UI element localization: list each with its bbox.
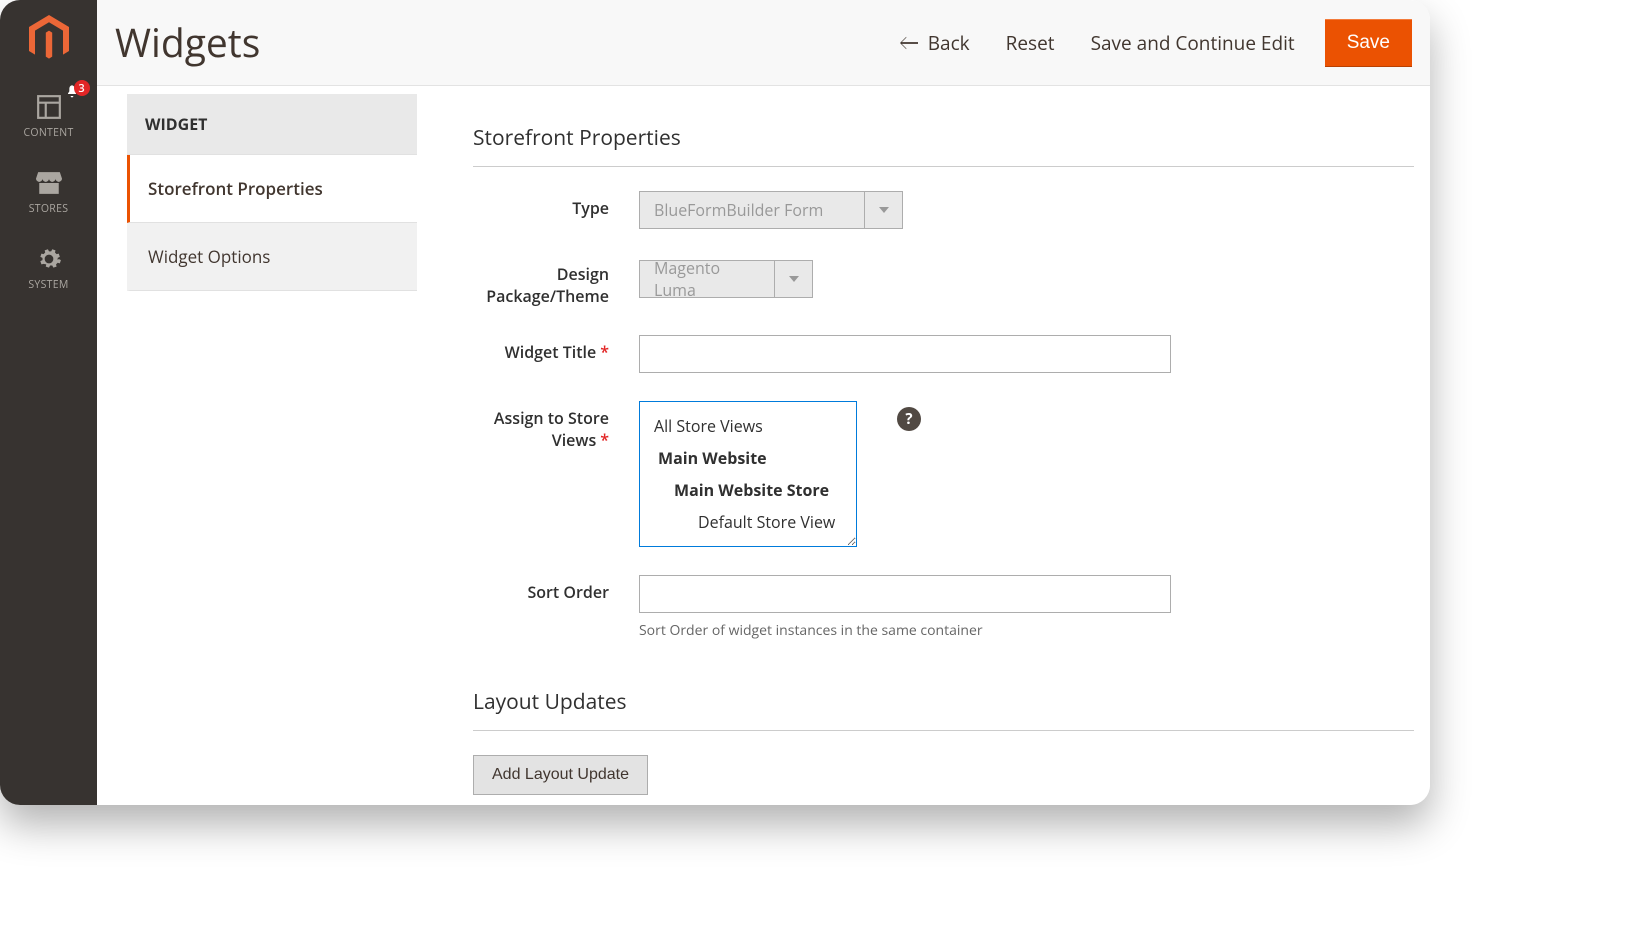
- form-panel: Storefront Properties Type BlueFormBuild…: [417, 94, 1414, 795]
- sidebar-item-content[interactable]: 3 CONTENT: [0, 78, 97, 154]
- content-icon: 3: [36, 92, 62, 122]
- layout-updates-section: Layout Updates Add Layout Update: [473, 688, 1414, 795]
- storeviews-multiselect[interactable]: All Store Views Main Website Main Websit…: [639, 401, 857, 547]
- sortorder-label: Sort Order: [473, 575, 639, 640]
- sidebar-item-label: STORES: [29, 202, 69, 216]
- back-label: Back: [928, 30, 970, 56]
- sidebar-item-label: CONTENT: [23, 126, 73, 140]
- type-value: BlueFormBuilder Form: [640, 199, 864, 221]
- sortorder-input[interactable]: [639, 575, 1171, 613]
- content-area: WIDGET Storefront Properties Widget Opti…: [97, 86, 1430, 795]
- app-window: 3 CONTENT STORES SYSTEM Widgets Back: [0, 0, 1430, 805]
- page-title: Widgets: [115, 16, 260, 69]
- save-continue-label: Save and Continue Edit: [1091, 30, 1295, 56]
- sidebar-item-system[interactable]: SYSTEM: [0, 230, 97, 306]
- arrow-left-icon: [900, 36, 918, 50]
- header-actions: Back Reset Save and Continue Edit Save: [894, 19, 1412, 67]
- field-store-views: Assign to Store Views* All Store Views M…: [473, 401, 1414, 547]
- field-theme: Design Package/Theme Magento Luma: [473, 257, 1414, 307]
- notification-badge[interactable]: 3: [64, 84, 80, 100]
- widget-title-input[interactable]: [639, 335, 1171, 373]
- notification-count: 3: [74, 80, 90, 96]
- storeview-option-store[interactable]: Main Website Store: [640, 474, 856, 506]
- gear-icon: [36, 244, 62, 274]
- save-button[interactable]: Save: [1325, 19, 1412, 67]
- reset-label: Reset: [1006, 30, 1055, 56]
- type-label: Type: [473, 191, 639, 229]
- widget-tabs: WIDGET Storefront Properties Widget Opti…: [127, 94, 417, 795]
- add-layout-update-button[interactable]: Add Layout Update: [473, 755, 648, 795]
- field-type: Type BlueFormBuilder Form: [473, 191, 1414, 229]
- main-content: Widgets Back Reset Save and Continue Edi…: [97, 0, 1430, 805]
- theme-select: Magento Luma: [639, 260, 813, 298]
- theme-value: Magento Luma: [640, 257, 774, 301]
- section-layout-updates: Layout Updates: [473, 688, 1414, 731]
- tab-widget-options[interactable]: Widget Options: [127, 223, 417, 291]
- type-select: BlueFormBuilder Form: [639, 191, 903, 229]
- admin-sidebar: 3 CONTENT STORES SYSTEM: [0, 0, 97, 805]
- widget-title-label: Widget Title*: [473, 335, 639, 373]
- field-widget-title: Widget Title*: [473, 335, 1414, 373]
- back-button[interactable]: Back: [894, 20, 976, 66]
- help-icon[interactable]: ?: [897, 407, 921, 431]
- sortorder-note: Sort Order of widget instances in the sa…: [639, 621, 1171, 640]
- save-continue-button[interactable]: Save and Continue Edit: [1085, 20, 1301, 66]
- reset-button[interactable]: Reset: [1000, 20, 1061, 66]
- chevron-down-icon: [864, 192, 902, 228]
- storeviews-label: Assign to Store Views*: [473, 401, 639, 547]
- magento-logo[interactable]: [0, 0, 97, 78]
- storeview-option-view[interactable]: Default Store View: [640, 506, 856, 538]
- stores-icon: [36, 168, 62, 198]
- sidebar-item-label: SYSTEM: [28, 278, 68, 292]
- page-header: Widgets Back Reset Save and Continue Edi…: [97, 0, 1430, 86]
- chevron-down-icon: [774, 261, 812, 297]
- theme-label: Design Package/Theme: [473, 257, 639, 307]
- tab-storefront-properties[interactable]: Storefront Properties: [127, 155, 417, 223]
- sidebar-item-stores[interactable]: STORES: [0, 154, 97, 230]
- storeview-option-all[interactable]: All Store Views: [640, 410, 856, 442]
- section-storefront-properties: Storefront Properties: [473, 124, 1414, 167]
- field-sort-order: Sort Order Sort Order of widget instance…: [473, 575, 1414, 640]
- storeview-option-website[interactable]: Main Website: [640, 442, 856, 474]
- magento-logo-icon: [29, 15, 69, 63]
- tabs-header: WIDGET: [127, 94, 417, 155]
